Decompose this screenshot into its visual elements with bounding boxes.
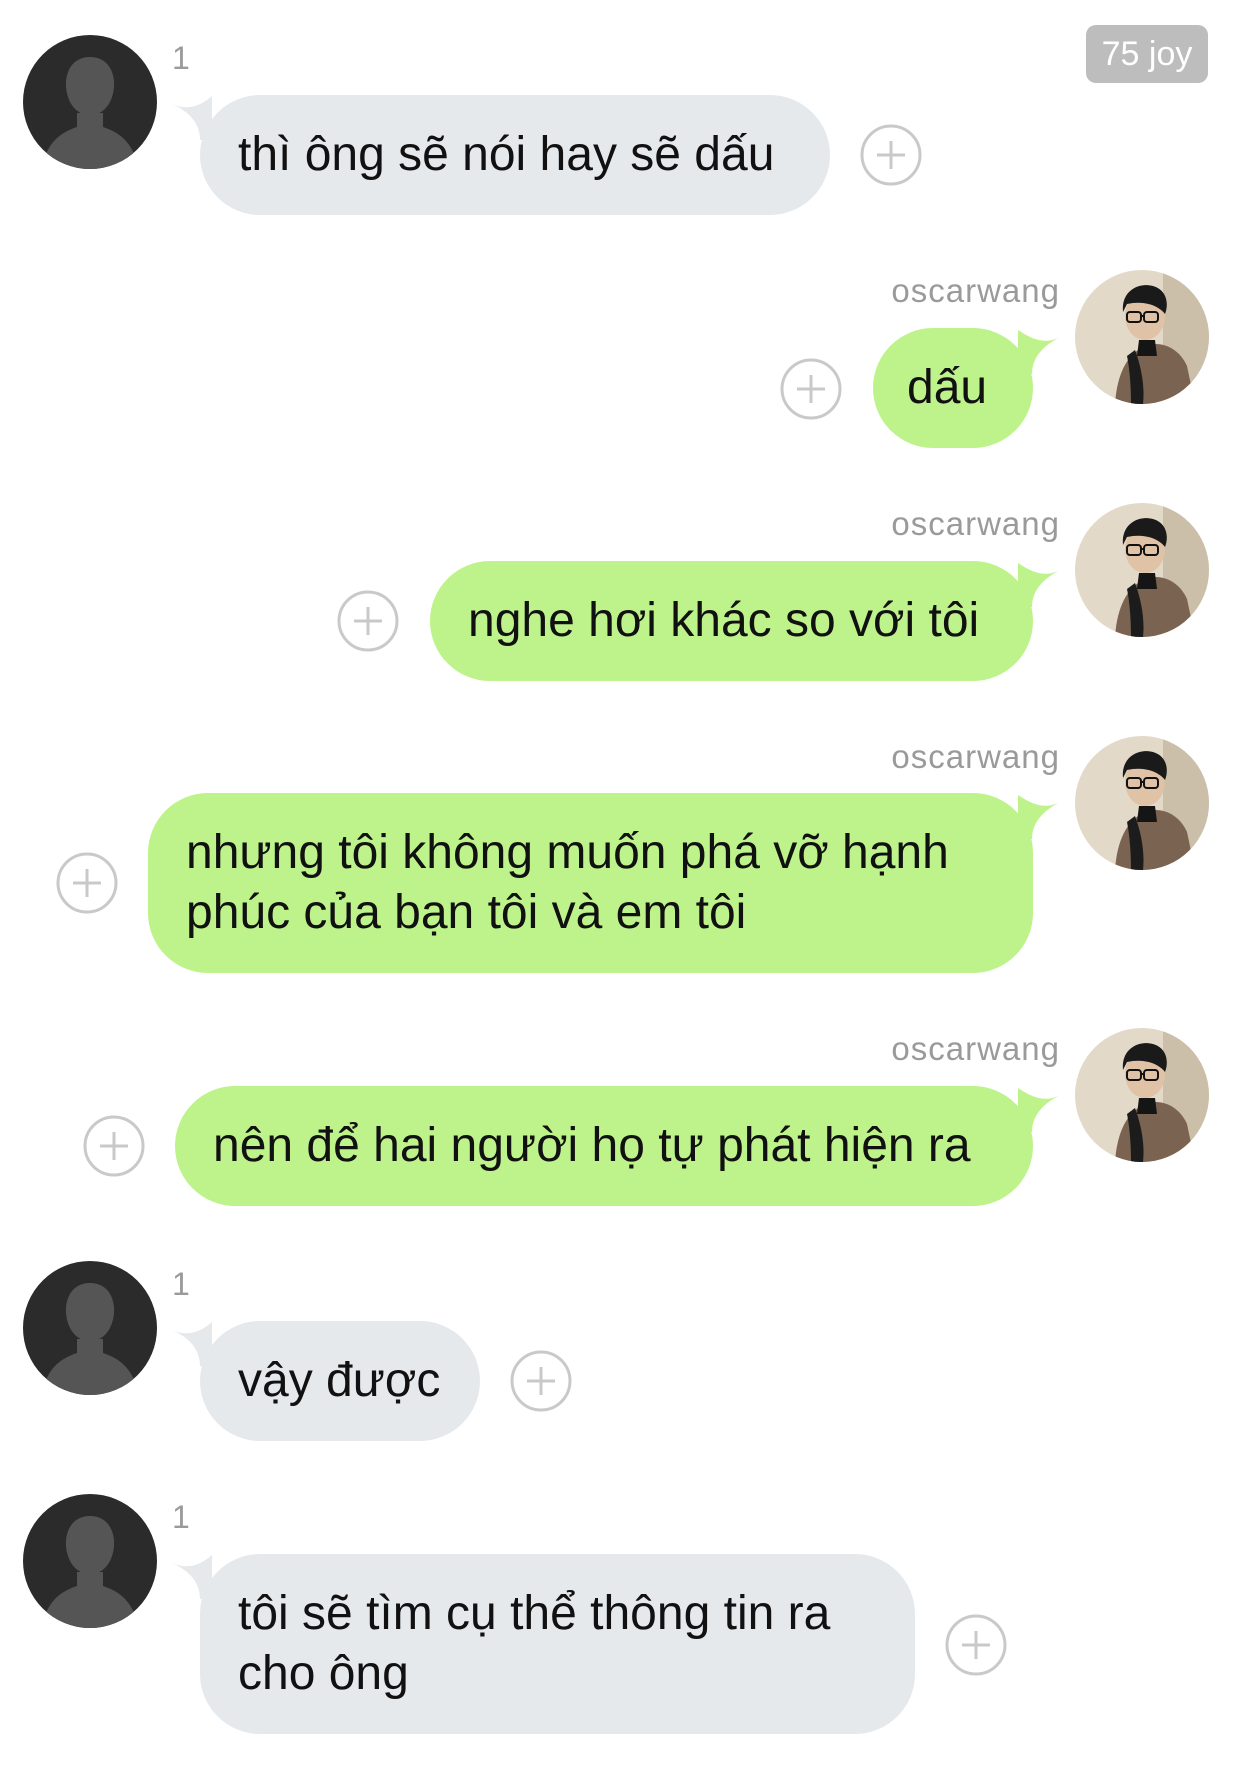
- plus-circle-icon[interactable]: [56, 852, 118, 914]
- sender-name: oscarwang: [891, 1030, 1060, 1067]
- default-avatar-icon[interactable]: [23, 35, 157, 169]
- bubble-tail: [1018, 795, 1062, 839]
- sender-name: oscarwang: [891, 738, 1060, 775]
- message-text: vậy được: [238, 1354, 441, 1407]
- default-avatar-icon[interactable]: [23, 1494, 157, 1628]
- plus-circle-icon[interactable]: [860, 124, 922, 186]
- message-text-line-1: tôi sẽ tìm cụ thể thông tin ra: [238, 1587, 831, 1640]
- message-bubble[interactable]: thì ông sẽ nói hay sẽ dấu: [200, 95, 830, 215]
- plus-circle-icon[interactable]: [510, 1350, 572, 1412]
- message-bubble[interactable]: nghe hơi khác so với tôi: [430, 561, 1033, 681]
- bubble-tail: [1018, 330, 1062, 374]
- plus-circle-icon[interactable]: [337, 590, 399, 652]
- default-avatar-icon[interactable]: [23, 1261, 157, 1395]
- sender-name: 1: [172, 1266, 190, 1302]
- joy-points-badge[interactable]: 75 joy: [1086, 25, 1208, 83]
- profile-avatar[interactable]: [1075, 270, 1209, 404]
- message-text: dấu: [907, 361, 988, 414]
- plus-circle-icon[interactable]: [83, 1115, 145, 1177]
- profile-avatar[interactable]: [1075, 736, 1209, 870]
- message-text: nghe hơi khác so với tôi: [468, 594, 980, 647]
- profile-avatar[interactable]: [1075, 503, 1209, 637]
- plus-circle-icon[interactable]: [945, 1614, 1007, 1676]
- message-bubble[interactable]: nhưng tôi không muốn phá vỡ hạnh phúc củ…: [148, 793, 1033, 973]
- sender-name: oscarwang: [891, 505, 1060, 542]
- plus-circle-icon[interactable]: [780, 358, 842, 420]
- message-text-line-2: phúc của bạn tôi và em tôi: [186, 886, 747, 939]
- message-bubble[interactable]: vậy được: [200, 1321, 480, 1441]
- sender-name: oscarwang: [891, 272, 1060, 309]
- message-text-line-1: nhưng tôi không muốn phá vỡ hạnh: [186, 826, 949, 879]
- message-text-line-2: cho ông: [238, 1647, 409, 1700]
- profile-avatar[interactable]: [1075, 1028, 1209, 1162]
- message-text: thì ông sẽ nói hay sẽ dấu: [238, 128, 775, 181]
- message-bubble[interactable]: dấu: [873, 328, 1033, 448]
- bubble-tail: [1018, 563, 1062, 607]
- sender-name: 1: [172, 1499, 190, 1535]
- bubble-tail: [1018, 1088, 1062, 1132]
- message-bubble[interactable]: tôi sẽ tìm cụ thể thông tin ra cho ông: [200, 1554, 915, 1734]
- message-bubble[interactable]: nên để hai người họ tự phát hiện ra: [175, 1086, 1033, 1206]
- sender-name: 1: [172, 40, 190, 76]
- message-text: nên để hai người họ tự phát hiện ra: [213, 1119, 971, 1172]
